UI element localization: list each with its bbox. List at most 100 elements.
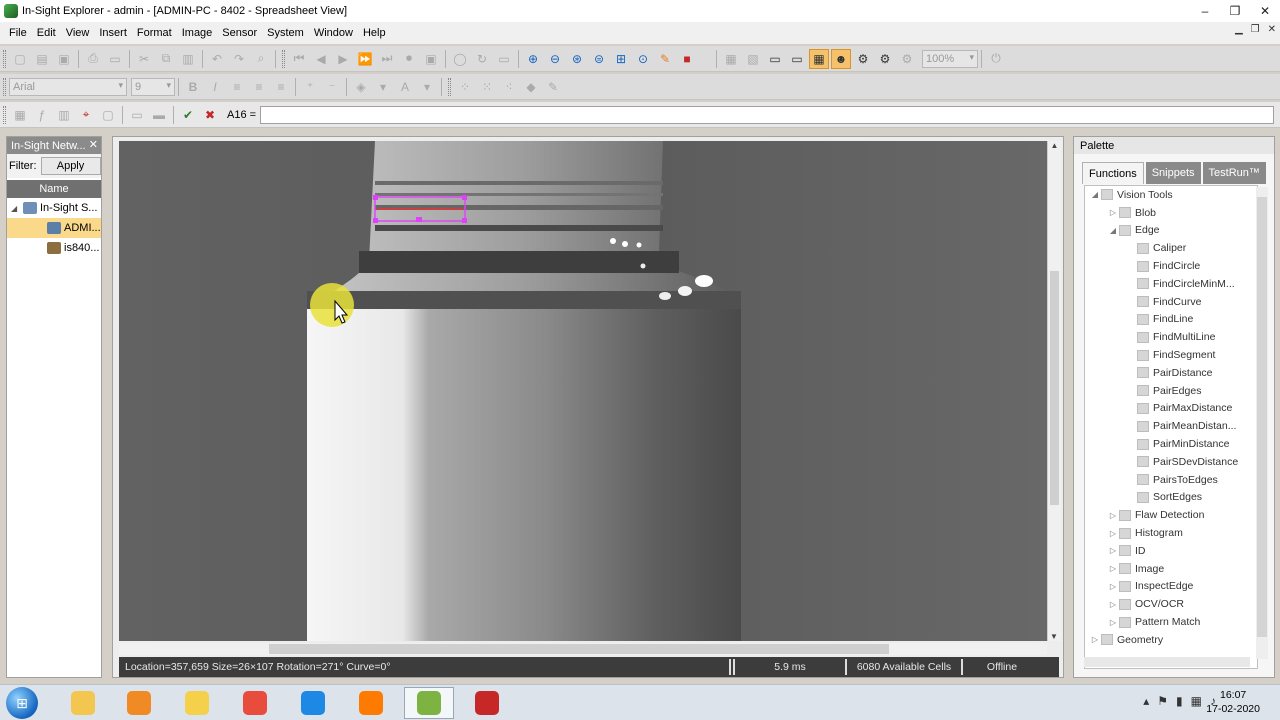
scroll-thumb[interactable] xyxy=(269,644,889,654)
first-record-icon[interactable]: ⏮ xyxy=(289,49,309,69)
toolbar-grip[interactable] xyxy=(282,49,285,68)
toolbar-grip[interactable] xyxy=(448,77,451,96)
resize-handle[interactable] xyxy=(373,195,378,200)
live-video-icon[interactable]: ◯ xyxy=(450,49,470,69)
stop-icon[interactable]: ⏺ xyxy=(399,49,419,69)
start-button[interactable]: ⊞ xyxy=(6,687,38,719)
power-icon[interactable]: ⏻ xyxy=(986,49,1006,69)
network-tray-icon[interactable]: ▦ xyxy=(1191,694,1202,708)
font-color-dropdown-icon[interactable]: ▾ xyxy=(417,77,437,97)
expand-arrow-icon[interactable]: ▷ xyxy=(1107,564,1119,573)
scroll-down-icon[interactable]: ▼ xyxy=(1048,632,1060,641)
palette-node[interactable]: ▷ Histogram xyxy=(1085,524,1257,542)
battery-icon[interactable]: ▮ xyxy=(1176,694,1183,708)
align-left-icon[interactable]: ≡ xyxy=(227,77,247,97)
collapse-icon[interactable]: ◢ xyxy=(11,204,23,213)
palette-node[interactable]: ◢ Edge xyxy=(1085,222,1257,240)
palette-node[interactable]: FindCurve xyxy=(1085,293,1257,311)
image-horizontal-scrollbar[interactable] xyxy=(119,643,1047,655)
palette-node[interactable]: ◢ Vision Tools xyxy=(1085,186,1257,204)
function-icon[interactable]: ƒ xyxy=(32,105,52,125)
close-button[interactable]: ✕ xyxy=(1250,0,1280,22)
open-file-icon[interactable]: ▤ xyxy=(32,49,52,69)
layout-icon[interactable]: ▧ xyxy=(743,49,763,69)
save-icon[interactable]: ▣ xyxy=(54,49,74,69)
toolbar-grip[interactable] xyxy=(3,49,6,68)
palette-node[interactable]: Caliper xyxy=(1085,239,1257,257)
taskbar-app[interactable] xyxy=(288,687,338,719)
mdi-restore-icon[interactable]: ❐ xyxy=(1251,24,1260,35)
palette-node[interactable]: PairsToEdges xyxy=(1085,471,1257,489)
palette-node[interactable]: ▷ Flaw Detection xyxy=(1085,506,1257,524)
menu-file[interactable]: File xyxy=(4,27,32,39)
resize-handle[interactable] xyxy=(373,218,378,223)
camera-image[interactable] xyxy=(119,141,1047,641)
taskbar-app[interactable] xyxy=(346,687,396,719)
copy-icon[interactable]: ⧉ xyxy=(156,49,176,69)
formula-input[interactable] xyxy=(260,105,1274,124)
zoom-width-icon[interactable]: ⊜ xyxy=(589,49,609,69)
align-center-icon[interactable]: ≡ xyxy=(249,77,269,97)
dependency-icon[interactable]: ⁙ xyxy=(477,77,497,97)
image-view-icon[interactable]: ▭ xyxy=(765,49,785,69)
menu-system[interactable]: System xyxy=(262,27,309,39)
find-icon[interactable]: ⌕ xyxy=(251,49,271,69)
grid-icon[interactable]: ▦ xyxy=(721,49,741,69)
clock[interactable]: 16:07 17-02-2020 xyxy=(1206,688,1260,716)
palette-node[interactable]: PairEdges xyxy=(1085,382,1257,400)
region-icon[interactable]: ▢ xyxy=(98,105,118,125)
cancel-icon[interactable]: ✖ xyxy=(200,105,220,125)
new-file-icon[interactable]: ▢ xyxy=(10,49,30,69)
font-name-select[interactable]: Arial xyxy=(9,77,127,96)
next-record-icon[interactable]: ⏩ xyxy=(355,49,375,69)
tab-testrun[interactable]: TestRun™ xyxy=(1202,162,1266,184)
apply-button[interactable]: Apply xyxy=(40,157,101,175)
settings-icon[interactable]: ⚙ xyxy=(897,49,917,69)
toolbar-grip[interactable] xyxy=(3,105,6,124)
snippet-icon[interactable]: ⁘ xyxy=(455,77,475,97)
crosshair-icon[interactable]: ⌖ xyxy=(76,105,96,125)
cell-edit-icon[interactable]: ▭ xyxy=(127,105,147,125)
accept-icon[interactable]: ✔ xyxy=(178,105,198,125)
fill-color-icon[interactable]: ◈ xyxy=(351,77,371,97)
expand-arrow-icon[interactable]: ◢ xyxy=(1107,226,1119,235)
last-record-icon[interactable]: ⏭ xyxy=(377,49,397,69)
taskbar-app[interactable] xyxy=(230,687,280,719)
refresh-icon[interactable]: ↻ xyxy=(472,49,492,69)
mdi-minimize-icon[interactable]: ▁ xyxy=(1235,24,1243,35)
expand-arrow-icon[interactable]: ▷ xyxy=(1107,546,1119,555)
paste-icon[interactable]: ▥ xyxy=(178,49,198,69)
prev-record-icon[interactable]: ◀ xyxy=(311,49,331,69)
resize-handle[interactable] xyxy=(462,218,467,223)
expand-arrow-icon[interactable]: ▷ xyxy=(1107,618,1119,627)
image-vertical-scrollbar[interactable]: ▲ ▼ xyxy=(1047,141,1061,641)
font-size-select[interactable]: 9 xyxy=(131,77,175,96)
palette-node[interactable]: FindSegment xyxy=(1085,346,1257,364)
palette-node[interactable]: FindCircle xyxy=(1085,257,1257,275)
palette-node[interactable]: PairSDevDistance xyxy=(1085,453,1257,471)
palette-node[interactable]: ▷ Pattern Match xyxy=(1085,613,1257,631)
record-icon[interactable]: ▣ xyxy=(421,49,441,69)
play-icon[interactable]: ▶ xyxy=(333,49,353,69)
toolbar-grip[interactable] xyxy=(3,77,6,96)
menu-sensor[interactable]: Sensor xyxy=(217,27,262,39)
expand-arrow-icon[interactable]: ▷ xyxy=(1107,582,1119,591)
cell-format-icon[interactable]: ▬ xyxy=(149,105,169,125)
table-icon[interactable]: ▦ xyxy=(10,105,30,125)
overlay-icon[interactable]: ■ xyxy=(677,49,697,69)
menu-insert[interactable]: Insert xyxy=(94,27,132,39)
scroll-up-icon[interactable]: ▲ xyxy=(1048,141,1061,153)
align-right-icon[interactable]: ≡ xyxy=(271,77,291,97)
menu-view[interactable]: View xyxy=(61,27,95,39)
undo-icon[interactable]: ↶ xyxy=(207,49,227,69)
sensor-icon[interactable]: ⚙ xyxy=(875,49,895,69)
tray-arrow-icon[interactable]: ▴ xyxy=(1143,694,1149,708)
tab-snippets[interactable]: Snippets xyxy=(1145,162,1201,184)
palette-node[interactable]: PairMaxDistance xyxy=(1085,400,1257,418)
expand-arrow-icon[interactable]: ▷ xyxy=(1089,635,1101,644)
palette-vertical-scrollbar[interactable] xyxy=(1256,187,1268,659)
minimize-button[interactable]: – xyxy=(1190,0,1220,22)
tree-item-admin-pc[interactable]: ADMI... xyxy=(7,218,101,238)
expand-arrow-icon[interactable]: ▷ xyxy=(1107,600,1119,609)
palette-node[interactable]: SortEdges xyxy=(1085,489,1257,507)
